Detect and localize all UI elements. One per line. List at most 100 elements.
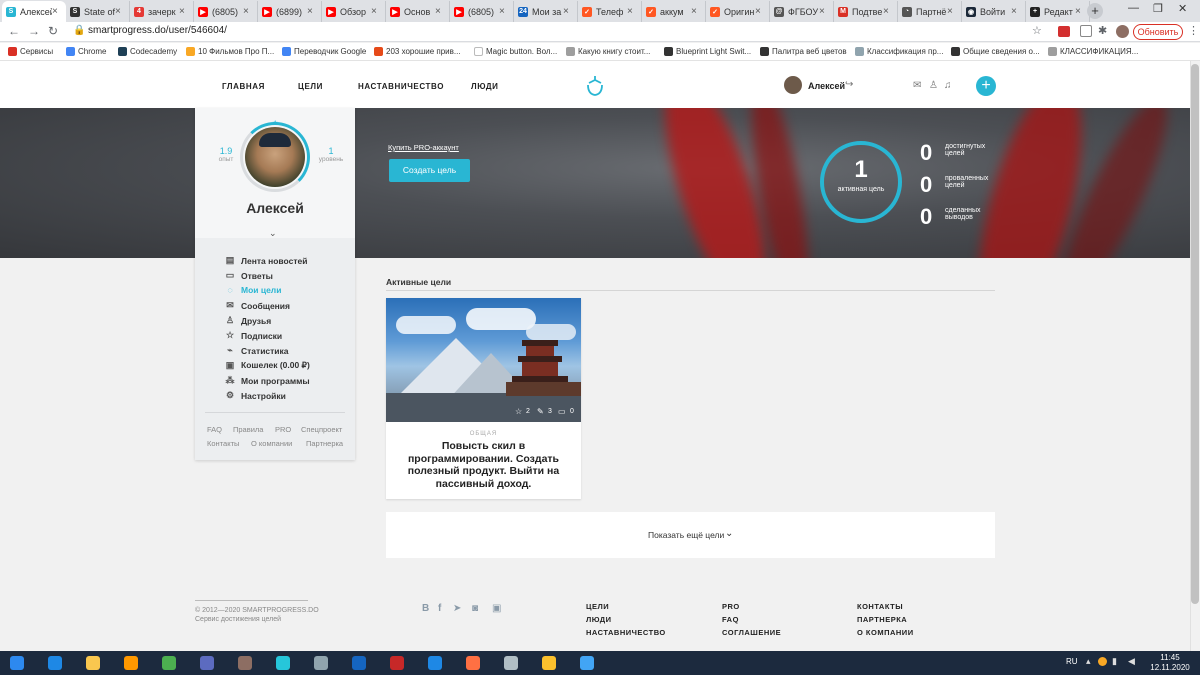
bookmark-item[interactable]: 10 Фильмов Про П... — [186, 47, 274, 56]
profile-footer-link[interactable]: О компании — [251, 439, 292, 448]
profile-menu-item[interactable]: ▣ Кошелек (0.00 ₽) — [225, 360, 310, 371]
browser-tab[interactable]: ▶ Основ × — [386, 1, 450, 22]
tab-close-icon[interactable]: × — [115, 6, 125, 17]
browser-tab[interactable]: ✓ аккум × — [642, 1, 706, 22]
footer-link-agreement[interactable]: СОГЛАШЕНИЕ — [722, 628, 781, 637]
profile-icon[interactable]: ♙ — [929, 80, 938, 91]
chrome-icon[interactable] — [156, 653, 182, 673]
tab-close-icon[interactable]: × — [691, 6, 701, 17]
tab-close-icon[interactable]: × — [435, 6, 445, 17]
tab-close-icon[interactable]: × — [947, 6, 957, 17]
forward-icon[interactable]: → — [28, 24, 40, 38]
tab-close-icon[interactable]: × — [1011, 6, 1021, 17]
ie-icon[interactable] — [42, 653, 68, 673]
bookmark-item[interactable]: Codecademy — [118, 47, 177, 56]
nav-home[interactable]: ГЛАВНАЯ — [222, 82, 265, 91]
tray-arrow-icon[interactable]: ▴ — [1086, 656, 1091, 667]
minimize-icon[interactable]: — — [1128, 2, 1139, 14]
tab-close-icon[interactable]: × — [179, 6, 189, 17]
lock-icon[interactable]: 🔒 — [73, 25, 85, 36]
browser-tab[interactable]: 4 зачерк × — [130, 1, 194, 22]
profile-menu-item[interactable]: ▭ Ответы — [225, 270, 273, 281]
browser-tab[interactable]: ▶ (6805) × — [194, 1, 258, 22]
goal-card[interactable]: ☆ 2 ✎ 3 ▭ 0 ОБЩАЯ Повысть скил в програм… — [386, 298, 581, 499]
vscode-icon[interactable] — [422, 653, 448, 673]
notifications-bell-icon[interactable]: ♫ — [944, 80, 952, 91]
steam-icon[interactable] — [346, 653, 372, 673]
start-button[interactable] — [4, 653, 30, 673]
explorer-icon[interactable] — [80, 653, 106, 673]
browser-tab[interactable]: 24 Мои за × — [514, 1, 578, 22]
new-tab-button[interactable]: + — [1087, 3, 1103, 19]
url-field[interactable]: smartprogress.do/user/546604/ — [88, 25, 227, 36]
tray-network-icon[interactable]: ▮ — [1112, 656, 1117, 667]
browser-tab[interactable]: S State of × — [66, 1, 130, 22]
telegram-icon[interactable]: ➤ — [453, 603, 461, 614]
add-goal-plus-button[interactable]: + — [976, 76, 996, 96]
extensions-puzzle-icon[interactable]: ✱ — [1098, 24, 1107, 37]
profile-footer-link[interactable]: PRO — [275, 425, 291, 434]
nav-people[interactable]: ЛЮДИ — [471, 82, 499, 91]
show-more-button[interactable]: Показать ещё цели — [648, 530, 724, 540]
tray-app-icon[interactable] — [1098, 657, 1107, 666]
profile-avatar[interactable] — [245, 127, 305, 187]
browser-tab[interactable]: ◔ Партнё × — [898, 1, 962, 22]
tab-close-icon[interactable]: × — [563, 6, 573, 17]
browser-tab[interactable]: ◉ Войти × — [962, 1, 1026, 22]
bookmark-item[interactable]: Переводчик Google — [282, 47, 366, 56]
browser-tab[interactable]: S Алексей × — [2, 1, 66, 22]
bookmark-item[interactable]: Magic button. Вол... — [474, 47, 557, 56]
back-icon[interactable]: ← — [8, 24, 20, 38]
profile-footer-link[interactable]: FAQ — [207, 425, 222, 434]
profile-menu-item[interactable]: ◌ Мои цели — [225, 285, 281, 295]
bookmark-item[interactable]: Какую книгу стоит... — [566, 47, 650, 56]
edge-icon[interactable] — [270, 653, 296, 673]
bookmark-item[interactable]: Общие сведения о... — [951, 47, 1040, 56]
footer-link-people[interactable]: ЛЮДИ — [586, 615, 612, 624]
bookmark-star-icon[interactable]: ☆ — [1032, 24, 1042, 37]
profile-menu-item[interactable]: ▤ Лента новостей — [225, 255, 308, 266]
more-menu-icon[interactable]: ⋮ — [1188, 24, 1199, 37]
profile-menu-item[interactable]: ⁂ Мои программы — [225, 375, 310, 386]
site-logo-icon[interactable] — [585, 75, 605, 97]
bookmark-item[interactable]: 203 хорошие прив... — [374, 47, 461, 56]
firefox-icon[interactable] — [460, 653, 486, 673]
tab-close-icon[interactable]: × — [627, 6, 637, 17]
profile-menu-item[interactable]: ♙ Друзья — [225, 315, 271, 326]
profile-footer-link[interactable]: Контакты — [207, 439, 239, 448]
profile-footer-link[interactable]: Спецпроект — [301, 425, 342, 434]
logout-icon[interactable]: ↪ — [845, 79, 853, 90]
sublime-icon[interactable] — [118, 653, 144, 673]
page-scrollbar-thumb[interactable] — [1191, 64, 1199, 604]
tab-close-icon[interactable]: × — [52, 6, 62, 17]
bookmark-item[interactable]: Классификация пр... — [855, 47, 943, 56]
extension-2-icon[interactable] — [1080, 25, 1092, 37]
footer-link-faq[interactable]: FAQ — [722, 615, 739, 624]
app-icon[interactable] — [194, 653, 220, 673]
tab-close-icon[interactable]: × — [1075, 6, 1085, 17]
tab-close-icon[interactable]: × — [755, 6, 765, 17]
filezilla-icon[interactable] — [384, 653, 410, 673]
profile-menu-item[interactable]: ⚙ Настройки — [225, 390, 286, 401]
tab-close-icon[interactable]: × — [499, 6, 509, 17]
instagram-icon[interactable]: ◙ — [472, 603, 478, 614]
browser-tab[interactable]: @ ФГБОУ × — [770, 1, 834, 22]
reload-icon[interactable]: ↻ — [48, 24, 58, 38]
tab-close-icon[interactable]: × — [371, 6, 381, 17]
update-browser-button[interactable]: Обновить — [1133, 24, 1183, 40]
nav-goals[interactable]: ЦЕЛИ — [298, 82, 323, 91]
nav-mentoring[interactable]: НАСТАВНИЧЕСТВО — [358, 82, 444, 91]
facebook-icon[interactable]: f — [438, 603, 441, 614]
goal-cover-image[interactable]: ☆ 2 ✎ 3 ▭ 0 — [386, 298, 581, 422]
expand-chevron-icon[interactable]: ⌄ — [269, 228, 277, 239]
browser-tab[interactable]: ▶ Обзор × — [322, 1, 386, 22]
remote-icon[interactable] — [574, 653, 600, 673]
game-icon[interactable] — [232, 653, 258, 673]
tab-close-icon[interactable]: × — [883, 6, 893, 17]
profile-menu-item[interactable]: ⌁ Статистика — [225, 345, 288, 356]
vk-icon[interactable]: B — [422, 603, 429, 614]
browser-tab[interactable]: ✓ Оригин × — [706, 1, 770, 22]
network-icon[interactable] — [308, 653, 334, 673]
browser-tab[interactable]: ▶ (6899) × — [258, 1, 322, 22]
bookmark-item[interactable]: КЛАССИФИКАЦИЯ... — [1048, 47, 1138, 56]
